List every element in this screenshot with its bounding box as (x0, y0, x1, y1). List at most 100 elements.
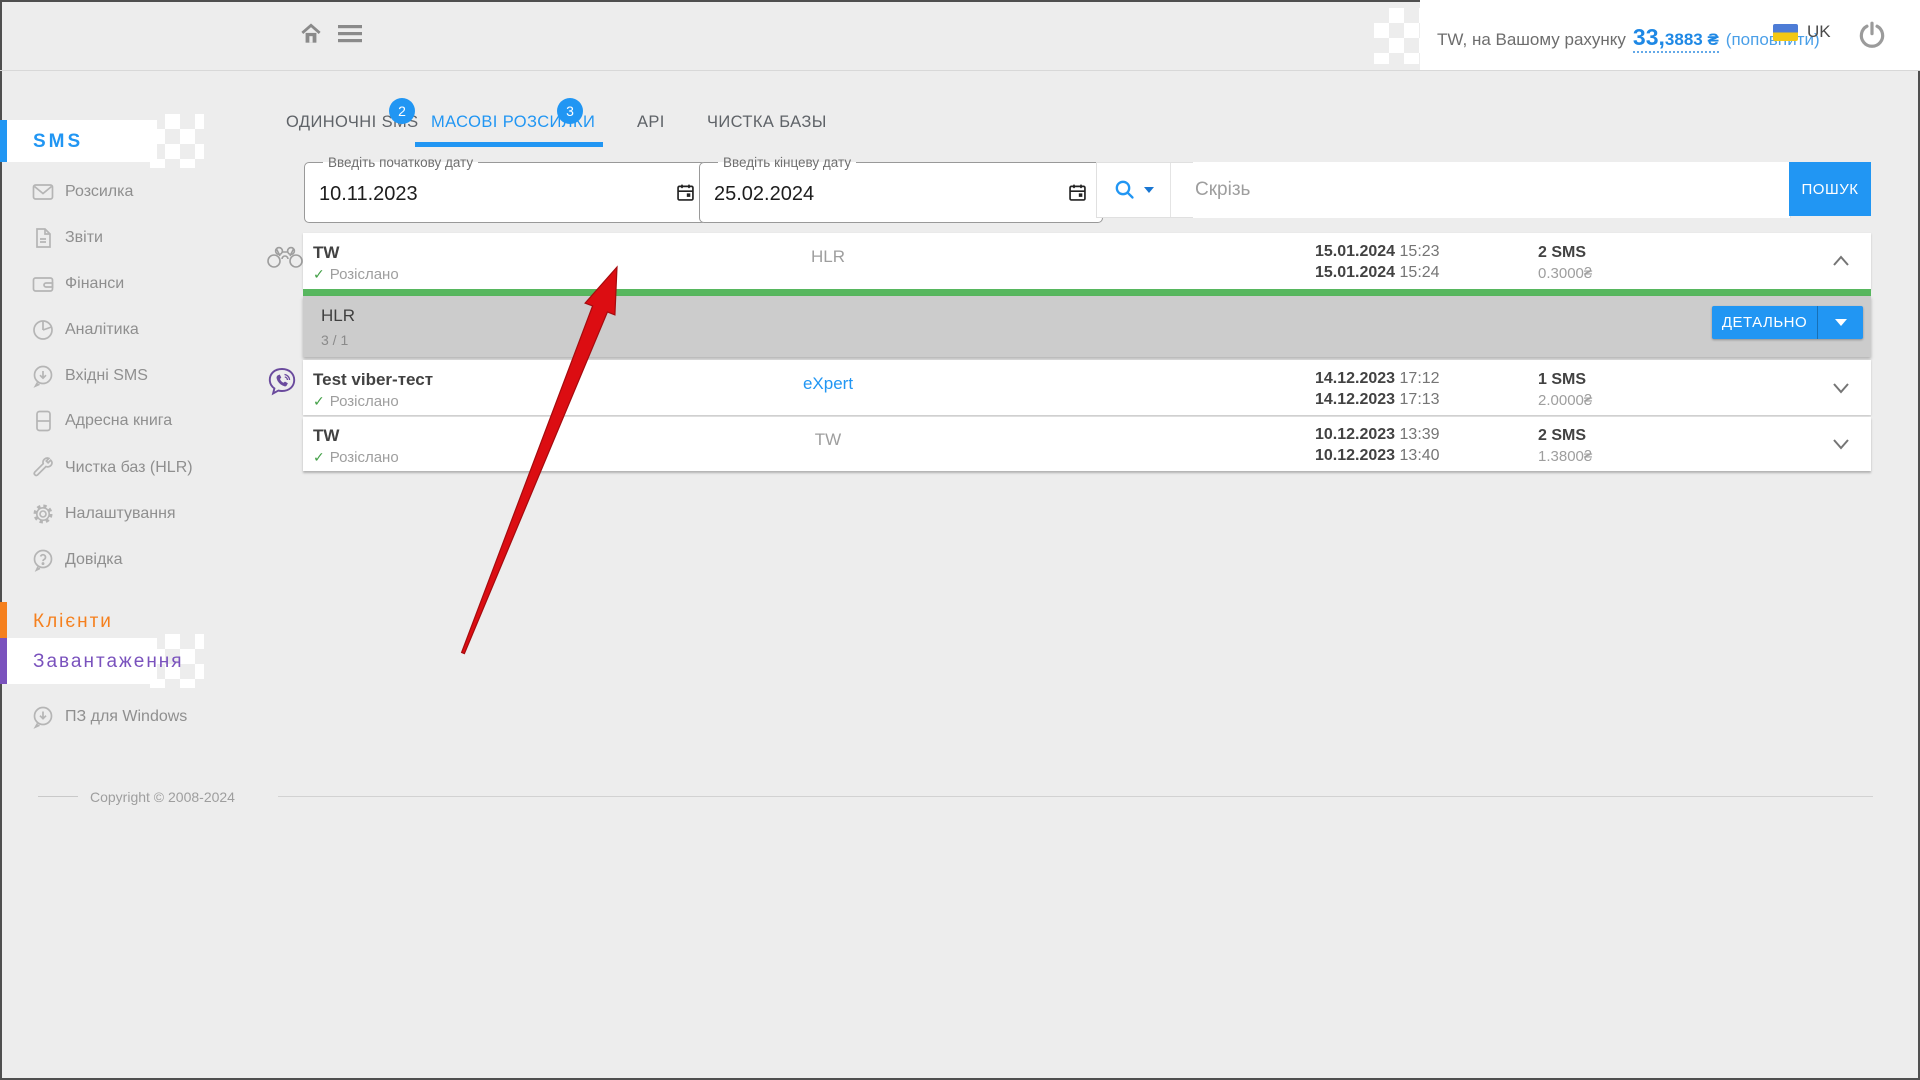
sidebar-item-label: Адресна книга (65, 412, 172, 430)
campaign-dates: 15.01.2024 15:23 15.01.2024 15:24 (1315, 241, 1440, 283)
sidebar-item-finansy[interactable]: Фінанси (0, 261, 260, 307)
sidebar: SMS Розсилка Звіти Фінанси Аналітика Вхі… (0, 70, 265, 1080)
inbox-bubble-icon (31, 364, 55, 388)
language-selector[interactable]: UK (1773, 22, 1831, 42)
sidebar-item-label: Аналітика (65, 321, 139, 339)
sidebar-item-zvity[interactable]: Звіти (0, 215, 260, 261)
date-to-picker-button[interactable] (1067, 182, 1088, 203)
check-icon: ✓ (313, 266, 325, 282)
campaign-channel: TW (763, 430, 893, 450)
tab-chystka-bazy[interactable]: ЧИСТКА БАЗЫ (707, 113, 827, 132)
search-button[interactable]: ПОШУК (1789, 162, 1871, 216)
chevron-down-icon[interactable] (1831, 436, 1851, 452)
sidebar-item-label: Налаштування (65, 505, 176, 523)
campaign-row[interactable]: TW ✓Розіслано HLR 15.01.2024 15:23 15.01… (303, 233, 1871, 289)
chevron-down-icon (1835, 319, 1847, 326)
sidebar-item-label: Звіти (65, 229, 103, 247)
sidebar-item-dovidka[interactable]: Довідка (0, 537, 260, 583)
sidebar-item-chystka-baz[interactable]: Чистка баз (HLR) (0, 445, 260, 491)
balance-main: 33, (1633, 24, 1665, 50)
report-icon (31, 226, 55, 250)
sidebar-item-label: Фінанси (65, 275, 124, 293)
campaign-dates: 10.12.2023 13:39 10.12.2023 13:40 (1315, 424, 1440, 466)
campaign-row[interactable]: Test viber-тест ✓Розіслано eXpert 14.12.… (303, 360, 1871, 415)
campaign-dates: 14.12.2023 17:12 14.12.2023 17:13 (1315, 368, 1440, 410)
sidebar-item-rozsylka[interactable]: Розсилка (0, 169, 260, 215)
wrench-icon (31, 456, 55, 480)
sidebar-item-analityka[interactable]: Аналітика (0, 307, 260, 353)
address-book-icon (31, 409, 55, 433)
campaign-row[interactable]: TW ✓Розіслано TW 10.12.2023 13:39 10.12.… (303, 417, 1871, 471)
language-code: UK (1807, 22, 1831, 42)
sidebar-item-label: ПЗ для Windows (65, 708, 187, 726)
date-from-field: Введіть початкову дату 10.11.2023 (304, 155, 711, 223)
campaign-name: TW (313, 426, 339, 446)
sidebar-item-nalashtuvannya[interactable]: Налаштування (0, 491, 260, 537)
campaign-channel-link[interactable]: eXpert (763, 374, 893, 394)
search-bar (1096, 162, 1791, 218)
app-window: TW, на Вашому рахунку 33,3883 ₴ (поповни… (0, 0, 1920, 1080)
campaign-status: ✓Розіслано (313, 393, 399, 410)
search-icon (1113, 178, 1137, 202)
check-icon: ✓ (313, 449, 325, 465)
sidebar-item-label: Довідка (65, 551, 123, 569)
date-to-label: Введіть кінцеву дату (718, 155, 856, 170)
envelope-icon (31, 180, 55, 204)
expansion-title: HLR (321, 306, 355, 326)
sidebar-item-windows-software[interactable]: ПЗ для Windows (0, 694, 260, 740)
menu-button[interactable] (338, 25, 362, 43)
ukraine-flag-icon (1773, 24, 1798, 41)
gear-icon (31, 502, 55, 526)
campaign-name: TW (313, 243, 339, 263)
expansion-ratio: 3 / 1 (321, 332, 348, 348)
search-input[interactable] (1193, 162, 1790, 218)
sidebar-item-label: Чистка баз (HLR) (65, 459, 193, 477)
account-label: TW, на Вашому рахунку (1437, 30, 1626, 50)
balance-link[interactable]: 33,3883 ₴ (1633, 24, 1719, 53)
tab-bar: ОДИНОЧНІ SMS 2 МАСОВІ РОЗСИЛКИ 3 API ЧИС… (0, 99, 1920, 147)
power-icon (1856, 19, 1888, 51)
date-from-input[interactable]: 10.11.2023 (319, 183, 418, 206)
sidebar-section-downloads[interactable]: Завантаження (33, 651, 184, 673)
home-icon (298, 21, 324, 47)
binoculars-icon (266, 243, 304, 269)
check-icon: ✓ (313, 393, 325, 409)
date-to-input[interactable]: 25.02.2024 (714, 183, 814, 206)
campaign-price: 2.0000₴ (1538, 392, 1592, 409)
tab-masovi-rozsylky-badge: 3 (557, 98, 583, 124)
campaign-channel: HLR (763, 247, 893, 267)
tab-odynochni-sms-badge: 2 (389, 98, 415, 124)
campaign-status: ✓Розіслано (313, 266, 399, 283)
campaign-expansion-panel: HLR 3 / 1 ДЕТАЛЬНО (303, 296, 1871, 357)
home-button[interactable] (298, 21, 324, 47)
pixel-decoration-topbar (1374, 8, 1430, 64)
sidebar-section-clients[interactable]: Клієнти (33, 611, 113, 633)
detail-dropdown-button[interactable] (1817, 306, 1863, 339)
balance-frac: 3883 ₴ (1665, 30, 1719, 49)
calendar-icon (675, 182, 696, 203)
hamburger-icon (338, 25, 362, 43)
copyright-dash (38, 796, 78, 797)
wallet-icon (31, 272, 55, 296)
detail-split-button: ДЕТАЛЬНО (1712, 306, 1863, 339)
detail-button[interactable]: ДЕТАЛЬНО (1712, 306, 1817, 339)
clients-accent-bar (0, 602, 7, 640)
sidebar-item-vhidni-sms[interactable]: Вхідні SMS (0, 353, 260, 399)
chevron-down-icon[interactable] (1831, 380, 1851, 396)
sidebar-item-adresna-knyha[interactable]: Адресна книга (0, 398, 260, 444)
sidebar-item-label: Вхідні SMS (65, 367, 148, 385)
date-from-picker-button[interactable] (675, 182, 696, 203)
date-to-field: Введіть кінцеву дату 25.02.2024 (699, 155, 1103, 223)
top-bar: TW, на Вашому рахунку 33,3883 ₴ (поповни… (0, 0, 1920, 71)
campaign-sms-count: 2 SMS (1538, 244, 1586, 262)
search-scope-dropdown[interactable] (1097, 163, 1170, 217)
sidebar-item-label: Розсилка (65, 183, 133, 201)
campaign-price: 1.3800₴ (1538, 448, 1592, 465)
logout-button[interactable] (1856, 19, 1888, 51)
active-tab-underline (415, 142, 603, 147)
tab-api[interactable]: API (637, 113, 665, 132)
date-from-label: Введіть початкову дату (323, 155, 478, 170)
downloads-accent-bar (0, 638, 7, 684)
help-icon (31, 548, 55, 572)
chevron-up-icon[interactable] (1831, 253, 1851, 269)
